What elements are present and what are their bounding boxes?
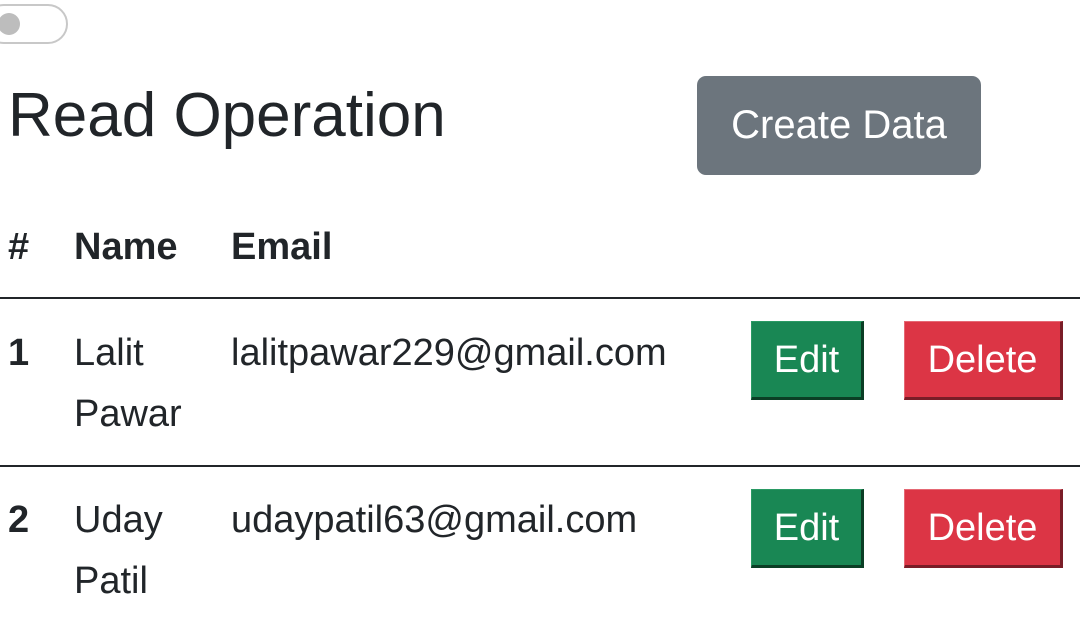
delete-button[interactable]: Delete [904,321,1063,400]
toggle-knob [0,13,20,35]
theme-toggle[interactable] [0,4,68,44]
page: Read Operation Create Data # Name Email … [0,0,1080,628]
edit-button[interactable]: Edit [751,489,864,568]
row-name-last: Patil [74,560,148,602]
row-number: 2 [8,499,30,541]
row-divider [0,465,1080,467]
header-divider [0,297,1080,299]
row-email: udaypatil63@gmail.com [231,499,638,541]
row-name-first: Lalit [74,332,144,374]
row-name-last: Pawar [74,393,182,435]
column-header-number: # [8,226,30,268]
row-number: 1 [8,332,30,374]
column-header-name: Name [74,226,178,268]
row-name-first: Uday [74,499,163,541]
row-email: lalitpawar229@gmail.com [231,332,667,374]
edit-button[interactable]: Edit [751,321,864,400]
create-data-button[interactable]: Create Data [697,76,981,175]
page-title: Read Operation [8,81,446,150]
column-header-email: Email [231,226,333,268]
delete-button[interactable]: Delete [904,489,1063,568]
